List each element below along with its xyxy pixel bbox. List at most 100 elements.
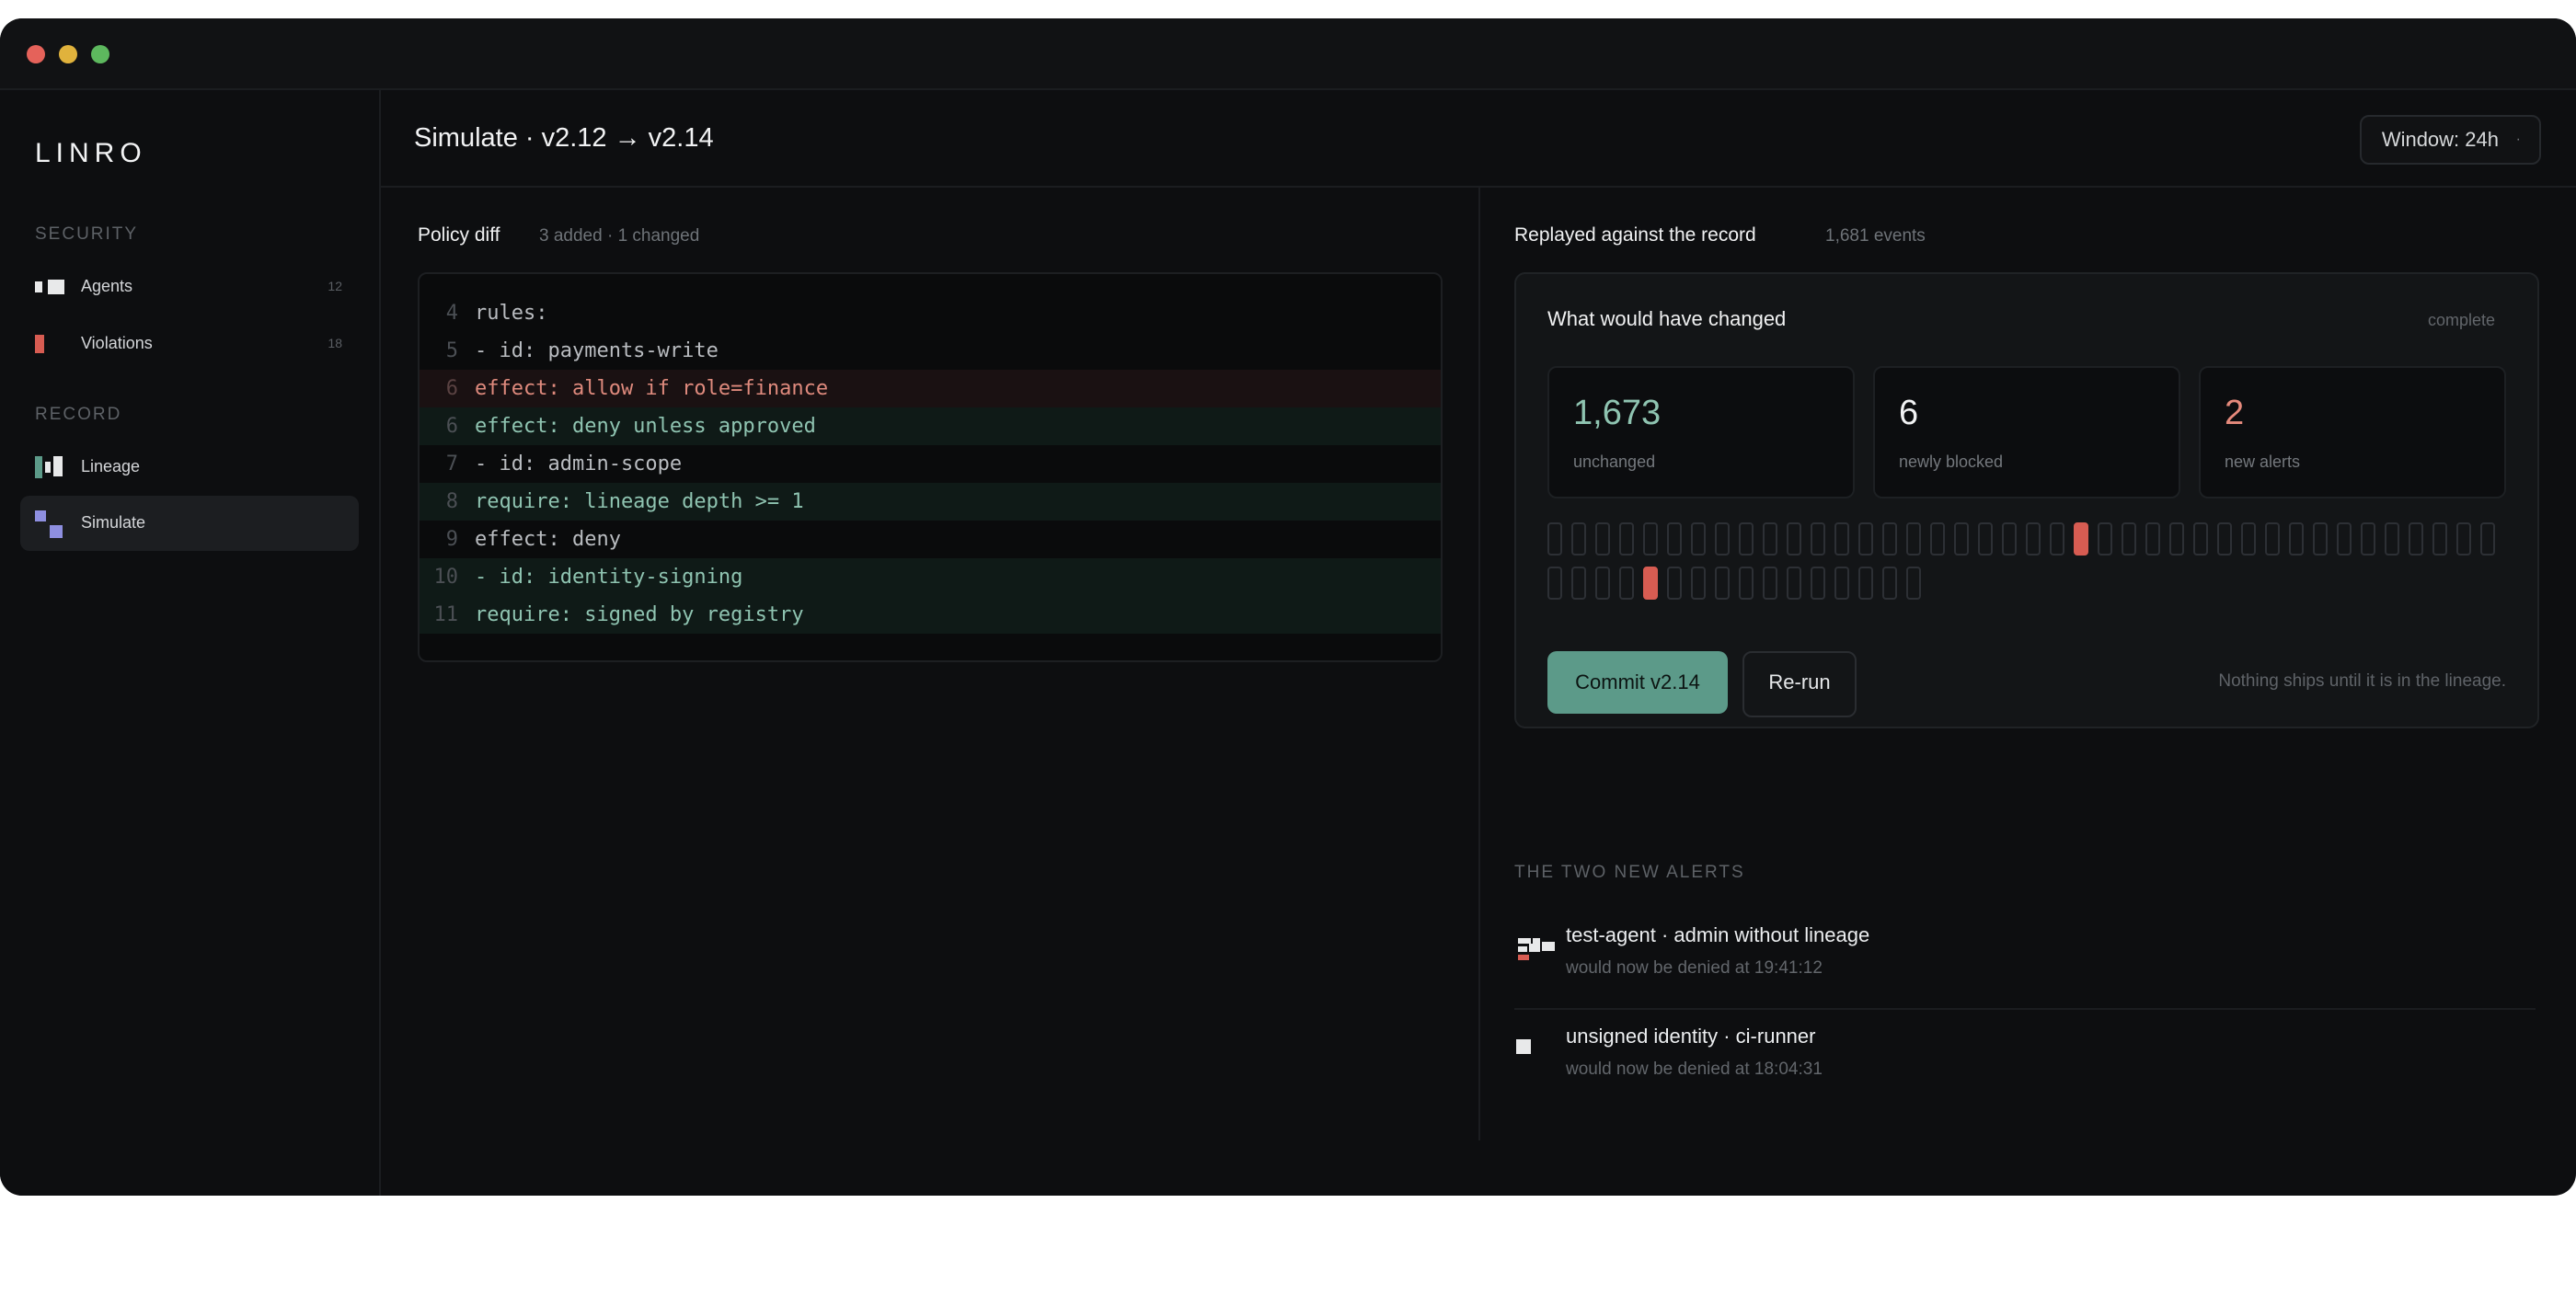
event-tick[interactable] (2241, 522, 2256, 556)
alert-detail: would now be denied at 18:04:31 (1566, 1060, 1823, 1079)
event-tick[interactable] (2480, 522, 2495, 556)
card-title: What would have changed (1547, 307, 1787, 330)
event-tick[interactable] (1571, 567, 1586, 600)
event-tick[interactable] (1834, 522, 1849, 556)
event-tick[interactable] (2026, 522, 2041, 556)
event-tick[interactable] (1691, 567, 1706, 600)
event-tick[interactable] (2432, 522, 2447, 556)
event-tick[interactable] (1547, 567, 1562, 600)
rerun-button[interactable]: Re-run (1742, 651, 1857, 717)
policy-diff-code: 4 rules: 5 - id: payments-write 6 effect… (418, 272, 1443, 662)
lineage-icon (35, 456, 74, 480)
event-tick[interactable] (2145, 522, 2160, 556)
event-tick[interactable] (1882, 522, 1897, 556)
alerts-section-label: THE TWO NEW ALERTS (1514, 863, 1745, 882)
stat-new-alerts: 2 new alerts (2199, 366, 2506, 498)
event-tick[interactable] (2217, 522, 2232, 556)
event-tick[interactable] (2002, 522, 2017, 556)
sidebar-item-label: Simulate (81, 513, 146, 532)
commit-button[interactable]: Commit v2.14 (1547, 651, 1728, 714)
event-tick[interactable] (2050, 522, 2064, 556)
line-number: 7 (445, 453, 458, 475)
event-tick[interactable] (1619, 522, 1634, 556)
replay-event-count: 1,681 events (1825, 226, 1926, 246)
stat-value: 6 (1899, 394, 1919, 432)
zoom-window-button[interactable] (91, 45, 109, 63)
event-tick[interactable] (1619, 567, 1634, 600)
sidebar-item-lineage[interactable]: Lineage (20, 440, 359, 495)
diff-line-added: 8 require: lineage depth >= 1 (420, 483, 1441, 521)
event-tick[interactable] (2265, 522, 2280, 556)
event-tick[interactable] (1763, 567, 1777, 600)
event-tick[interactable] (1667, 522, 1682, 556)
line-number: 6 (445, 377, 458, 400)
alert-item[interactable]: test-agent · admin without lineage would… (1514, 923, 2536, 1015)
event-tick[interactable] (1691, 522, 1706, 556)
event-tick[interactable] (2169, 522, 2184, 556)
section-label-security: SECURITY (35, 224, 139, 244)
stat-label: new alerts (2225, 453, 2301, 471)
event-tick-alert[interactable] (2074, 522, 2088, 556)
title-bar (0, 18, 2576, 90)
line-text: require: lineage depth >= 1 (475, 490, 804, 513)
event-tick[interactable] (1763, 522, 1777, 556)
event-tick[interactable] (1930, 522, 1945, 556)
page-title: Simulate · v2.12 → v2.14 (414, 123, 714, 153)
line-text: effect: allow if role=finance (475, 377, 829, 400)
event-tick[interactable] (1667, 567, 1682, 600)
event-tick[interactable] (1739, 522, 1754, 556)
event-tick[interactable] (2409, 522, 2423, 556)
event-tick[interactable] (2313, 522, 2328, 556)
event-tick[interactable] (2385, 522, 2399, 556)
event-tick[interactable] (1571, 522, 1586, 556)
alert-item[interactable]: unsigned identity · ci-runner would now … (1514, 1025, 2536, 1117)
line-number: 9 (445, 528, 458, 551)
event-tick[interactable] (1739, 567, 1754, 600)
event-tick[interactable] (1715, 522, 1730, 556)
sidebar-item-simulate[interactable]: Simulate (20, 496, 359, 551)
event-tick[interactable] (2361, 522, 2375, 556)
event-tick[interactable] (1978, 522, 1993, 556)
event-tick[interactable] (1858, 567, 1873, 600)
event-tick[interactable] (1834, 567, 1849, 600)
event-tick[interactable] (1595, 567, 1610, 600)
event-tick[interactable] (2193, 522, 2208, 556)
policy-diff-title: Policy diff (418, 224, 500, 246)
agents-icon (35, 276, 74, 300)
event-tick[interactable] (1906, 522, 1921, 556)
violations-icon (35, 333, 74, 357)
sidebar-item-agents[interactable]: Agents 12 (20, 259, 359, 315)
stat-newly-blocked: 6 newly blocked (1873, 366, 2180, 498)
event-tick[interactable] (1715, 567, 1730, 600)
minimize-window-button[interactable] (59, 45, 77, 63)
event-tick[interactable] (1643, 522, 1658, 556)
event-tick-alert[interactable] (1643, 567, 1658, 600)
event-tick[interactable] (2337, 522, 2352, 556)
sidebar-item-count: 12 (328, 279, 342, 293)
sidebar-item-violations[interactable]: Violations 18 (20, 316, 359, 372)
diff-line: 7 - id: admin-scope (420, 445, 1441, 483)
diff-line: 4 rules: (420, 294, 1441, 332)
event-tick[interactable] (1811, 522, 1825, 556)
event-tick[interactable] (1595, 522, 1610, 556)
event-tick[interactable] (1882, 567, 1897, 600)
event-tick[interactable] (1547, 522, 1562, 556)
section-label-record: RECORD (35, 405, 122, 424)
time-window-select[interactable]: Window: 24h · (2359, 115, 2541, 165)
event-tick[interactable] (2456, 522, 2471, 556)
event-tick[interactable] (1858, 522, 1873, 556)
event-tick[interactable] (1954, 522, 1969, 556)
simulate-icon (35, 510, 74, 538)
event-tick[interactable] (2098, 522, 2112, 556)
stat-value: 1,673 (1573, 394, 1662, 432)
close-window-button[interactable] (27, 45, 45, 63)
app-logo: LINRO (35, 138, 147, 168)
event-tick[interactable] (2289, 522, 2304, 556)
event-tick[interactable] (2122, 522, 2136, 556)
event-tick[interactable] (1787, 567, 1801, 600)
alert-title: unsigned identity · ci-runner (1566, 1025, 1816, 1048)
event-tick[interactable] (1811, 567, 1825, 600)
event-tick[interactable] (1787, 522, 1801, 556)
line-number: 11 (433, 603, 459, 626)
event-tick[interactable] (1906, 567, 1921, 600)
